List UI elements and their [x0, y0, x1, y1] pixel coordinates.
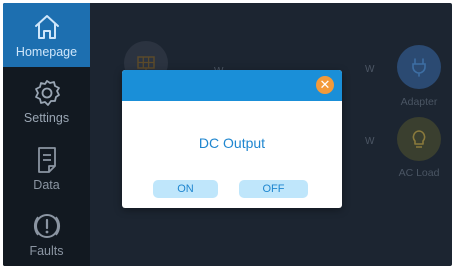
off-button[interactable]: OFF — [239, 180, 308, 198]
device-screen: Homepage Settings Data Faults W Adapter … — [3, 3, 452, 266]
dc-output-dialog: ✕ DC Output ON OFF — [122, 70, 342, 208]
on-button[interactable]: ON — [153, 180, 218, 198]
dialog-title: DC Output — [198, 135, 266, 151]
close-icon[interactable]: ✕ — [316, 76, 334, 94]
dialog-header: ✕ — [122, 70, 342, 101]
